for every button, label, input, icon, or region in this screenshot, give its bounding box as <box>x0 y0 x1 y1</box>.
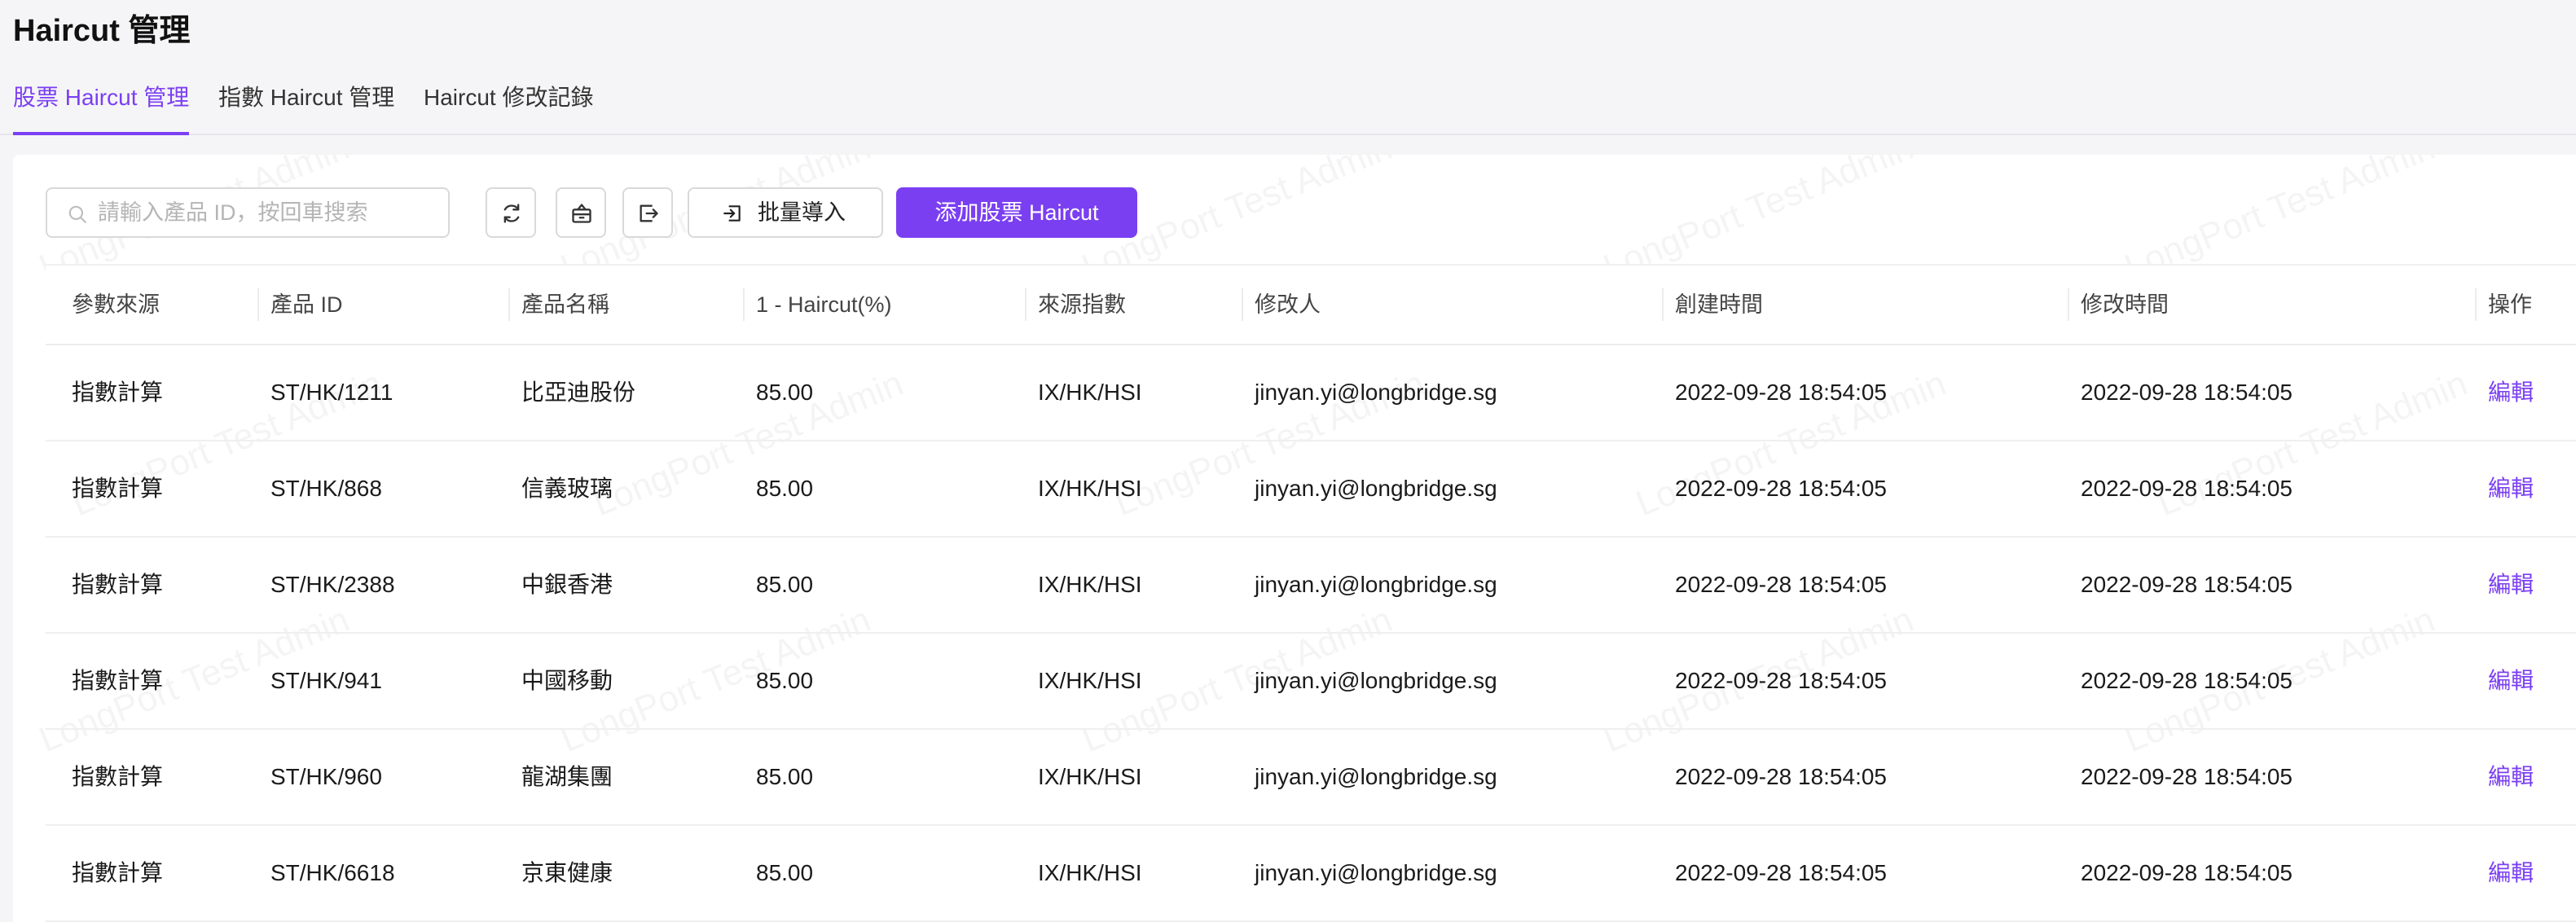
search-icon <box>68 205 86 223</box>
column-divider <box>508 288 510 321</box>
cell-haircut: 85.00 <box>756 476 814 501</box>
cell-haircut: 85.00 <box>756 860 814 885</box>
column-header-product-id: 產品 ID <box>270 292 343 317</box>
cell-product-name: 中銀香港 <box>521 572 613 597</box>
cell-updated: 2022-09-28 18:54:05 <box>2081 476 2292 501</box>
cell-created: 2022-09-28 18:54:05 <box>1675 476 1887 501</box>
cell-source-index: IX/HK/HSI <box>1038 572 1142 597</box>
column-header-updated: 修改時間 <box>2081 292 2169 317</box>
cell-source-index: IX/HK/HSI <box>1038 476 1142 501</box>
cell-haircut: 85.00 <box>756 668 814 693</box>
batch-import-button[interactable]: 批量導入 <box>688 187 883 238</box>
table-row: 指數計算 ST/HK/868 信義玻璃 85.00 IX/HK/HSI jiny… <box>46 441 2576 538</box>
cell-source: 指數計算 <box>72 668 164 693</box>
column-header-created: 創建時間 <box>1675 292 1763 317</box>
cell-updated: 2022-09-28 18:54:05 <box>2081 668 2292 693</box>
cell-source: 指數計算 <box>72 764 164 789</box>
cell-product-name: 信義玻璃 <box>521 476 613 501</box>
cell-updated: 2022-09-28 18:54:05 <box>2081 860 2292 885</box>
cell-product-id: ST/HK/868 <box>270 476 382 501</box>
basket-icon <box>572 204 591 223</box>
cell-product-name: 比亞迪股份 <box>521 380 636 405</box>
export-icon <box>640 204 658 222</box>
column-header-source-index: 來源指數 <box>1038 292 1126 317</box>
cell-product-id: ST/HK/1211 <box>270 380 393 405</box>
cell-haircut: 85.00 <box>756 572 814 597</box>
cell-source-index: IX/HK/HSI <box>1038 380 1142 405</box>
basket-button[interactable] <box>556 187 606 238</box>
cell-source-index: IX/HK/HSI <box>1038 860 1142 885</box>
cell-product-id: ST/HK/941 <box>270 668 382 693</box>
table-header: 參數來源 產品 ID 產品名稱 1 - Haircut(%) 來源指數 修改人 … <box>46 264 2576 345</box>
cell-modifier: jinyan.yi@longbridge.sg <box>1255 668 1497 693</box>
search-box <box>46 187 450 238</box>
column-divider <box>743 288 745 321</box>
tab-haircut-history[interactable]: Haircut 修改記錄 <box>424 72 593 134</box>
edit-link[interactable]: 編輯 <box>2488 345 2534 440</box>
cell-modifier: jinyan.yi@longbridge.sg <box>1255 860 1497 885</box>
tab-index-haircut[interactable]: 指數 Haircut 管理 <box>218 72 394 134</box>
cell-modifier: jinyan.yi@longbridge.sg <box>1255 476 1497 501</box>
cell-modifier: jinyan.yi@longbridge.sg <box>1255 764 1497 789</box>
cell-product-name: 龍湖集團 <box>521 764 613 789</box>
column-divider <box>2475 288 2477 321</box>
page-title: Haircut 管理 <box>13 14 191 48</box>
tab-bar: 股票 Haircut 管理 指數 Haircut 管理 Haircut 修改記錄 <box>0 72 2576 135</box>
cell-modifier: jinyan.yi@longbridge.sg <box>1255 380 1497 405</box>
batch-import-label: 批量導入 <box>758 200 846 225</box>
import-icon <box>723 205 741 222</box>
refresh-button[interactable] <box>486 187 536 238</box>
add-stock-haircut-button[interactable]: 添加股票 Haircut <box>896 187 1137 238</box>
cell-updated: 2022-09-28 18:54:05 <box>2081 380 2292 405</box>
cell-source: 指數計算 <box>72 860 164 885</box>
search-input[interactable] <box>98 189 440 236</box>
column-header-source: 參數來源 <box>72 292 160 317</box>
cell-created: 2022-09-28 18:54:05 <box>1675 572 1887 597</box>
cell-haircut: 85.00 <box>756 380 814 405</box>
edit-link[interactable]: 編輯 <box>2488 826 2534 920</box>
column-header-action: 操作 <box>2488 292 2532 317</box>
table-row: 指數計算 ST/HK/6618 京東健康 85.00 IX/HK/HSI jin… <box>46 826 2576 922</box>
cell-source: 指數計算 <box>72 380 164 405</box>
table-row: 指數計算 ST/HK/1211 比亞迪股份 85.00 IX/HK/HSI ji… <box>46 345 2576 441</box>
column-divider <box>1662 288 1664 321</box>
cell-created: 2022-09-28 18:54:05 <box>1675 380 1887 405</box>
cell-product-id: ST/HK/960 <box>270 764 382 789</box>
haircut-table: 參數來源 產品 ID 產品名稱 1 - Haircut(%) 來源指數 修改人 … <box>46 264 2576 922</box>
cell-updated: 2022-09-28 18:54:05 <box>2081 764 2292 789</box>
column-divider <box>257 288 259 321</box>
column-divider <box>2068 288 2069 321</box>
edit-link[interactable]: 編輯 <box>2488 538 2534 632</box>
column-header-modifier: 修改人 <box>1255 292 1321 317</box>
content-card: LongPort Test AdminLongPort Test AdminLo… <box>13 155 2576 922</box>
table-row: 指數計算 ST/HK/960 龍湖集團 85.00 IX/HK/HSI jiny… <box>46 730 2576 826</box>
cell-source-index: IX/HK/HSI <box>1038 668 1142 693</box>
cell-created: 2022-09-28 18:54:05 <box>1675 668 1887 693</box>
cell-modifier: jinyan.yi@longbridge.sg <box>1255 572 1497 597</box>
edit-link[interactable]: 編輯 <box>2488 441 2534 536</box>
column-header-haircut: 1 - Haircut(%) <box>756 292 892 317</box>
edit-link[interactable]: 編輯 <box>2488 634 2534 728</box>
column-header-product-name: 產品名稱 <box>521 292 609 317</box>
cell-created: 2022-09-28 18:54:05 <box>1675 764 1887 789</box>
export-button[interactable] <box>622 187 673 238</box>
table-row: 指數計算 ST/HK/2388 中銀香港 85.00 IX/HK/HSI jin… <box>46 538 2576 634</box>
cell-product-id: ST/HK/2388 <box>270 572 395 597</box>
refresh-icon <box>503 204 520 223</box>
column-divider <box>1025 288 1026 321</box>
cell-updated: 2022-09-28 18:54:05 <box>2081 572 2292 597</box>
table-row: 指數計算 ST/HK/941 中國移動 85.00 IX/HK/HSI jiny… <box>46 634 2576 730</box>
cell-product-name: 京東健康 <box>521 860 613 885</box>
cell-created: 2022-09-28 18:54:05 <box>1675 860 1887 885</box>
cell-product-id: ST/HK/6618 <box>270 860 395 885</box>
column-divider <box>1242 288 1243 321</box>
cell-source: 指數計算 <box>72 572 164 597</box>
cell-source-index: IX/HK/HSI <box>1038 764 1142 789</box>
cell-product-name: 中國移動 <box>521 668 613 693</box>
cell-source: 指數計算 <box>72 476 164 501</box>
cell-haircut: 85.00 <box>756 764 814 789</box>
tab-stock-haircut[interactable]: 股票 Haircut 管理 <box>13 72 190 135</box>
edit-link[interactable]: 編輯 <box>2488 730 2534 824</box>
